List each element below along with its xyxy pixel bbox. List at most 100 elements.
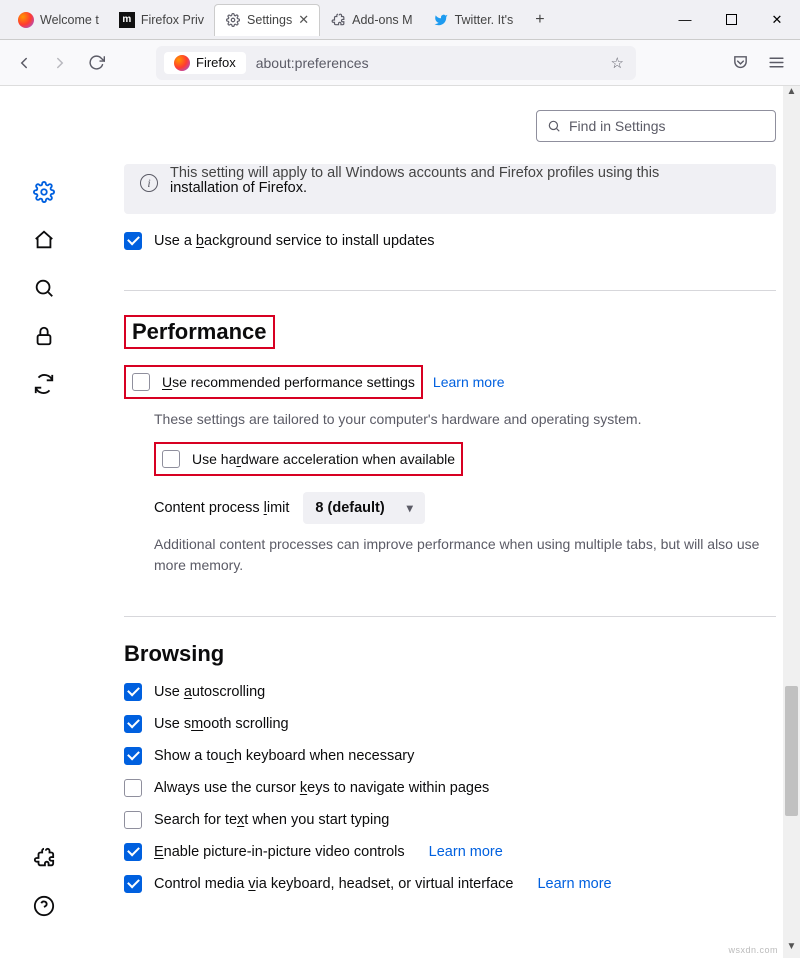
search-settings-input[interactable]: Find in Settings xyxy=(536,110,776,142)
recommended-perf-checkbox[interactable] xyxy=(132,373,150,391)
option-label: Use smooth scrolling xyxy=(154,716,289,732)
tab-settings[interactable]: Settings ✕ xyxy=(214,4,320,36)
browsing-option-row[interactable]: Search for text when you start typing xyxy=(124,811,776,829)
banner-line1: This setting will apply to all Windows a… xyxy=(170,164,758,185)
perf-additional-text: Additional content processes can improve… xyxy=(154,534,776,576)
option-label: Use autoscrolling xyxy=(154,684,265,700)
watermark: wsxdn.com xyxy=(728,945,778,955)
checkbox[interactable] xyxy=(124,779,142,797)
firefox-icon xyxy=(18,12,34,28)
info-banner: i This setting will apply to all Windows… xyxy=(124,164,776,214)
option-label: Enable picture-in-picture video controls xyxy=(154,844,405,860)
divider xyxy=(124,290,776,291)
identity-box[interactable]: Firefox xyxy=(164,52,246,74)
checkbox[interactable] xyxy=(124,715,142,733)
hw-accel-label: Use hardware acceleration when available xyxy=(192,451,455,467)
settings-sidebar xyxy=(0,86,88,958)
hw-accel-row[interactable]: Use hardware acceleration when available xyxy=(154,442,463,476)
url-bar[interactable]: Firefox about:preferences ☆ xyxy=(156,46,636,80)
category-home[interactable] xyxy=(28,224,60,256)
select-value: 8 (default) xyxy=(315,500,384,516)
tab-label: Twitter. It's xyxy=(455,13,514,27)
checkbox[interactable] xyxy=(124,843,142,861)
browsing-options: Use autoscrolling Use smooth scrolling Sho… xyxy=(124,683,776,893)
browsing-heading: Browsing xyxy=(124,641,776,667)
category-extensions[interactable] xyxy=(28,842,60,874)
close-window-button[interactable]: ✕ xyxy=(754,0,800,40)
option-label: Show a touch keyboard when necessary xyxy=(154,748,414,764)
learn-more-link[interactable]: Learn more xyxy=(537,876,611,892)
tab-twitter[interactable]: Twitter. It's xyxy=(423,4,524,36)
bg-service-checkbox[interactable] xyxy=(124,232,142,250)
option-label: Always use the cursor keys to navigate w… xyxy=(154,780,489,796)
performance-heading: Performance xyxy=(124,315,776,349)
firefox-icon xyxy=(174,55,190,71)
minimize-button[interactable]: — xyxy=(662,0,708,40)
recommended-perf-row[interactable]: Use recommended performance settings xyxy=(124,365,423,399)
category-search[interactable] xyxy=(28,272,60,304)
divider xyxy=(124,616,776,617)
category-help[interactable] xyxy=(28,890,60,922)
category-general[interactable] xyxy=(28,176,60,208)
window-controls: — ✕ xyxy=(662,0,800,40)
back-button[interactable] xyxy=(8,47,40,79)
tab-addons[interactable]: Add-ons M xyxy=(320,4,422,36)
maximize-button[interactable] xyxy=(708,0,754,40)
tab-welcome[interactable]: Welcome t xyxy=(8,4,109,36)
search-icon xyxy=(547,119,561,133)
bg-service-row[interactable]: Use a background service to install upda… xyxy=(124,232,776,250)
content-limit-select[interactable]: 8 (default) ▾ xyxy=(303,492,424,524)
puzzle-icon xyxy=(330,12,346,28)
checkbox[interactable] xyxy=(124,683,142,701)
twitter-icon xyxy=(433,12,449,28)
identity-label: Firefox xyxy=(196,55,236,70)
tab-label: Welcome t xyxy=(40,13,99,27)
browsing-option-row[interactable]: Use smooth scrolling xyxy=(124,715,776,733)
tab-label: Firefox Priv xyxy=(141,13,204,27)
bg-service-label: Use a background service to install upda… xyxy=(154,233,435,249)
settings-main: Find in Settings i This setting will app… xyxy=(88,86,800,958)
browsing-option-row[interactable]: Use autoscrolling xyxy=(124,683,776,701)
checkbox[interactable] xyxy=(124,747,142,765)
url-text: about:preferences xyxy=(256,55,369,71)
category-privacy[interactable] xyxy=(28,320,60,352)
browsing-option-row[interactable]: Show a touch keyboard when necessary xyxy=(124,747,776,765)
gear-icon xyxy=(225,12,241,28)
app-menu-button[interactable] xyxy=(760,47,792,79)
forward-button[interactable] xyxy=(44,47,76,79)
browsing-option-row[interactable]: Always use the cursor keys to navigate w… xyxy=(124,779,776,797)
titlebar: Welcome t m Firefox Priv Settings ✕ Add-… xyxy=(0,0,800,40)
recommended-perf-label: Use recommended performance settings xyxy=(162,374,415,390)
close-tab-icon[interactable]: ✕ xyxy=(298,12,309,28)
bookmark-star-icon[interactable]: ☆ xyxy=(607,54,628,72)
option-label: Search for text when you start typing xyxy=(154,812,389,828)
checkbox[interactable] xyxy=(124,811,142,829)
content-limit-label: Content process limit xyxy=(154,500,289,516)
new-tab-button[interactable]: + xyxy=(523,11,556,29)
vertical-scrollbar[interactable]: ▲ ▼ xyxy=(783,86,800,958)
perf-tailored-text: These settings are tailored to your comp… xyxy=(154,409,776,430)
option-label: Control media via keyboard, headset, or … xyxy=(154,876,513,892)
scroll-up-icon[interactable]: ▲ xyxy=(783,86,800,103)
search-placeholder: Find in Settings xyxy=(569,118,666,134)
site-icon: m xyxy=(119,12,135,28)
hw-accel-checkbox[interactable] xyxy=(162,450,180,468)
info-icon: i xyxy=(140,174,158,192)
perf-learn-more-link[interactable]: Learn more xyxy=(433,374,505,390)
tab-label: Add-ons M xyxy=(352,13,412,27)
category-sync[interactable] xyxy=(28,368,60,400)
scrollbar-thumb[interactable] xyxy=(785,686,798,816)
tab-label: Settings xyxy=(247,13,292,27)
checkbox[interactable] xyxy=(124,875,142,893)
tab-privacy[interactable]: m Firefox Priv xyxy=(109,4,214,36)
reload-button[interactable] xyxy=(80,47,112,79)
nav-toolbar: Firefox about:preferences ☆ xyxy=(0,40,800,86)
tab-strip: Welcome t m Firefox Priv Settings ✕ Add-… xyxy=(0,0,662,39)
chevron-down-icon: ▾ xyxy=(407,501,413,515)
browsing-option-row[interactable]: Enable picture-in-picture video controls… xyxy=(124,843,776,861)
learn-more-link[interactable]: Learn more xyxy=(429,844,503,860)
scroll-down-icon[interactable]: ▼ xyxy=(783,941,800,958)
content-area: Find in Settings i This setting will app… xyxy=(0,86,800,958)
pocket-button[interactable] xyxy=(724,47,756,79)
browsing-option-row[interactable]: Control media via keyboard, headset, or … xyxy=(124,875,776,893)
